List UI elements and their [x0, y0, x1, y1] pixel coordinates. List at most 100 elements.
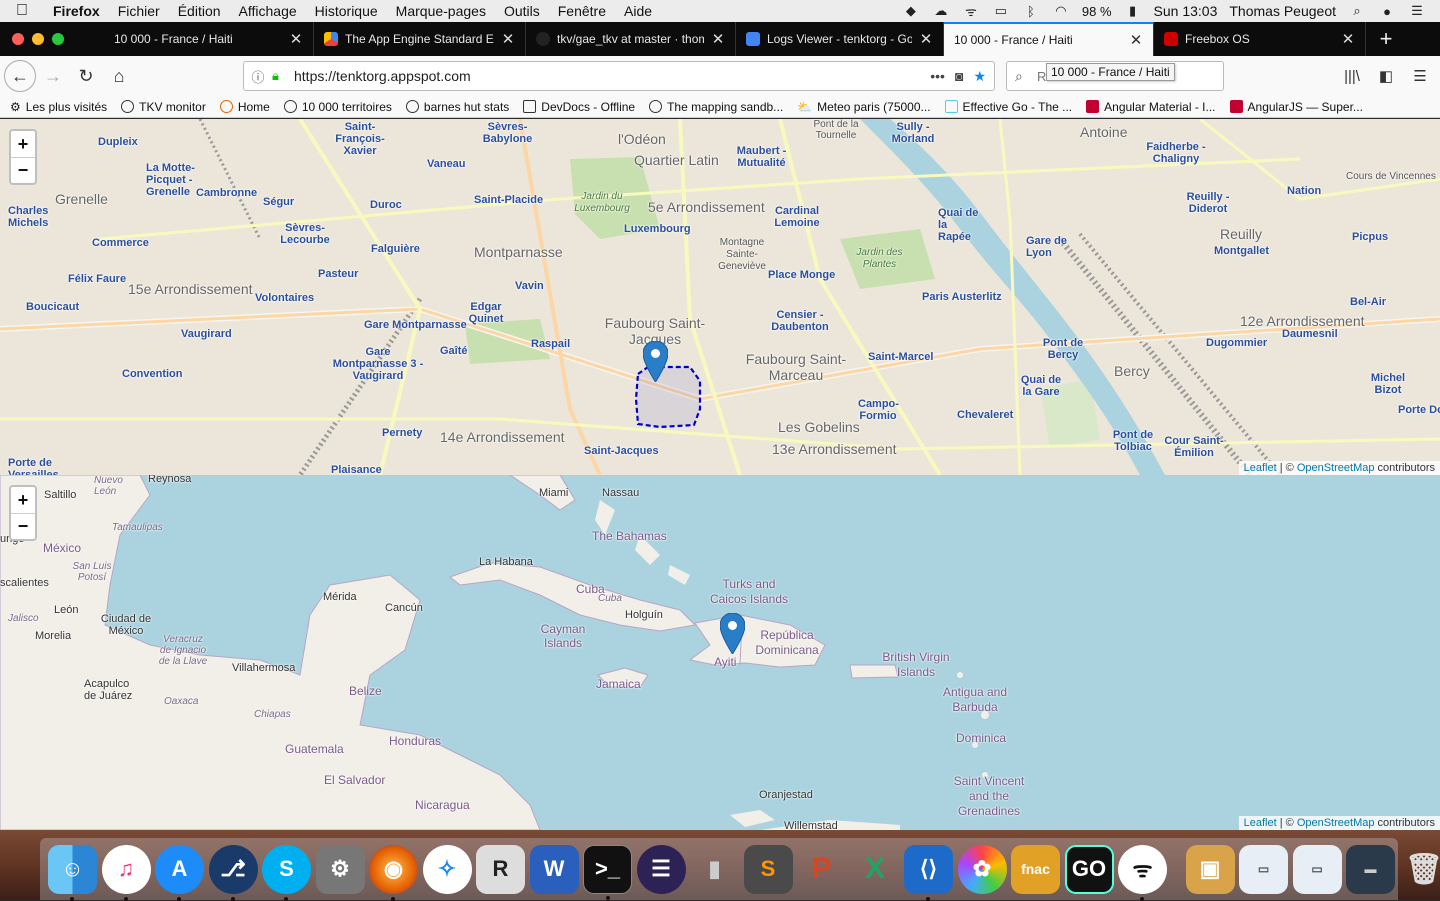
- page-actions-icon[interactable]: •••: [930, 68, 945, 85]
- airplay-icon[interactable]: ▭: [992, 4, 1010, 18]
- tab-app-engine[interactable]: The App Engine Standard Env ✕: [314, 22, 526, 56]
- close-tab-icon[interactable]: ✕: [501, 30, 515, 48]
- home-button[interactable]: ⌂: [103, 60, 135, 92]
- window-thumbnail-2-icon[interactable]: ▭: [1293, 845, 1342, 894]
- spotlight-icon[interactable]: ⌕: [1348, 4, 1366, 18]
- word-icon[interactable]: W: [530, 845, 579, 894]
- battery-icon[interactable]: ▮: [1124, 4, 1142, 18]
- zoom-window-button[interactable]: [52, 33, 64, 45]
- close-tab-icon[interactable]: ✕: [919, 30, 933, 48]
- cloud-icon[interactable]: ☁: [932, 4, 950, 18]
- visual-studio-code-icon[interactable]: ⟨⟩: [904, 845, 953, 894]
- terminal-icon[interactable]: >_: [583, 845, 632, 894]
- leaflet-link[interactable]: Leaflet: [1244, 462, 1277, 474]
- wifi-icon[interactable]: ◠: [1052, 4, 1070, 18]
- menu-affichage[interactable]: Affichage: [230, 3, 306, 19]
- itunes-icon[interactable]: ♫: [102, 845, 151, 894]
- box-icon[interactable]: ▣: [1186, 845, 1235, 894]
- freebox-tray-icon[interactable]: ᯤ: [962, 4, 980, 18]
- siri-icon[interactable]: ●: [1378, 4, 1396, 18]
- close-tab-icon[interactable]: ✕: [1129, 31, 1143, 49]
- bookmark-meteo[interactable]: ⛅Meteo paris (75000...: [797, 100, 930, 114]
- lock-icon[interactable]: 🔒︎: [272, 68, 288, 84]
- bookmark-tkv-monitor[interactable]: TKV monitor: [121, 100, 206, 114]
- system-preferences-icon[interactable]: ⚙: [316, 845, 365, 894]
- minimize-window-button[interactable]: [32, 33, 44, 45]
- safari-icon[interactable]: ✧: [423, 845, 472, 894]
- close-tab-icon[interactable]: ✕: [1341, 30, 1355, 48]
- bookmark-effective-go[interactable]: Effective Go - The ...: [945, 100, 1073, 114]
- zoom-out-button[interactable]: −: [11, 157, 35, 183]
- menu-outils[interactable]: Outils: [495, 3, 549, 19]
- dropbox-icon[interactable]: ◆: [902, 4, 920, 18]
- bookmark-angular-material[interactable]: Angular Material - I...: [1086, 100, 1215, 114]
- bookmark-barnes-hut[interactable]: barnes hut stats: [406, 100, 509, 114]
- leaflet-link[interactable]: Leaflet: [1244, 817, 1277, 829]
- close-tab-icon[interactable]: ✕: [289, 30, 303, 48]
- bookmark-home[interactable]: Home: [220, 100, 270, 114]
- sidebar-icon[interactable]: ◧: [1374, 62, 1398, 90]
- goland-icon[interactable]: GO: [1065, 845, 1114, 894]
- pocket-icon[interactable]: ◙: [955, 68, 963, 85]
- eclipse-icon[interactable]: ☰: [637, 845, 686, 894]
- zoom-in-button[interactable]: +: [11, 487, 35, 513]
- app-store-icon[interactable]: A: [155, 845, 204, 894]
- zoom-in-button[interactable]: +: [11, 131, 35, 157]
- reload-button[interactable]: ↻: [70, 60, 102, 92]
- user-name[interactable]: Thomas Peugeot: [1229, 3, 1336, 19]
- screen-thumbnail-icon[interactable]: ▬: [1346, 845, 1395, 894]
- freebox-app-icon[interactable]: ᯤ: [1118, 845, 1167, 894]
- map-marker-icon[interactable]: [643, 341, 668, 382]
- osm-link[interactable]: OpenStreetMap: [1297, 462, 1375, 474]
- tab-france-haiti-1[interactable]: 10 000 - France / Haiti ✕: [104, 22, 314, 56]
- powerpoint-icon[interactable]: P: [797, 845, 846, 894]
- bookmark-angularjs[interactable]: AngularJS — Super...: [1230, 100, 1363, 114]
- clock[interactable]: Sun 13:03: [1154, 3, 1218, 19]
- menu-fenetre[interactable]: Fenêtre: [549, 3, 615, 19]
- photos-icon[interactable]: ✿: [958, 845, 1007, 894]
- close-tab-icon[interactable]: ✕: [711, 30, 725, 48]
- caribbean-map[interactable]: + − Reynosa Saltillo Nuevo León Tamaulip…: [0, 475, 1440, 830]
- forward-button[interactable]: →: [37, 60, 69, 92]
- firefox-icon[interactable]: ◉: [369, 845, 418, 894]
- close-window-button[interactable]: [12, 33, 24, 45]
- notification-center-icon[interactable]: ☰: [1408, 4, 1426, 18]
- bluetooth-icon[interactable]: ᛒ: [1022, 4, 1040, 18]
- bookmark-devdocs[interactable]: DevDocs - Offline: [523, 100, 635, 114]
- menu-historique[interactable]: Historique: [306, 3, 387, 19]
- bookmark-most-visited[interactable]: ⚙Les plus visités: [10, 100, 107, 114]
- back-button[interactable]: ←: [4, 60, 36, 92]
- bookmark-mapping-sandbox[interactable]: The mapping sandb...: [649, 100, 783, 114]
- new-tab-button[interactable]: +: [1366, 22, 1406, 56]
- site-info-icon[interactable]: ⓘ: [244, 67, 272, 86]
- skype-icon[interactable]: S: [262, 845, 311, 894]
- menu-app[interactable]: Firefox: [44, 3, 109, 19]
- zoom-out-button[interactable]: −: [11, 513, 35, 539]
- tab-france-haiti-active[interactable]: 10 000 - France / Haiti ✕: [944, 22, 1154, 56]
- tab-freebox[interactable]: Freebox OS ✕: [1154, 22, 1366, 56]
- menu-fichier[interactable]: Fichier: [109, 3, 169, 19]
- tab-github[interactable]: tkv/gae_tkv at master · thom ✕: [526, 22, 736, 56]
- menu-marque-pages[interactable]: Marque-pages: [387, 3, 495, 19]
- hamburger-menu-icon[interactable]: ☰: [1408, 62, 1432, 90]
- url-text[interactable]: https://tenktorg.appspot.com: [288, 68, 930, 84]
- excel-icon[interactable]: X: [851, 845, 900, 894]
- pen-icon[interactable]: ▮: [690, 845, 739, 894]
- finder-icon[interactable]: ☺: [48, 845, 97, 894]
- map-marker-icon[interactable]: [720, 613, 745, 654]
- library-icon[interactable]: |||\: [1340, 62, 1364, 90]
- tab-logs-viewer[interactable]: Logs Viewer - tenktorg - Goo ✕: [736, 22, 944, 56]
- menu-edition[interactable]: Édition: [169, 3, 230, 19]
- paris-map[interactable]: + − Grenelle 15e Arrondissement Montparn…: [0, 119, 1440, 475]
- menu-aide[interactable]: Aide: [615, 3, 661, 19]
- bookmark-star-icon[interactable]: ★: [973, 68, 986, 85]
- fnac-icon[interactable]: fnac: [1011, 845, 1060, 894]
- trash-icon[interactable]: 🗑︎: [1400, 845, 1440, 894]
- rhino-icon[interactable]: R: [476, 845, 525, 894]
- osm-link[interactable]: OpenStreetMap: [1297, 817, 1375, 829]
- sublime-text-icon[interactable]: S: [744, 845, 793, 894]
- apple-icon[interactable]: : [0, 2, 44, 20]
- sourcetree-icon[interactable]: ⎇: [209, 845, 258, 894]
- window-thumbnail-icon[interactable]: ▭: [1239, 845, 1288, 894]
- bookmark-territoires[interactable]: 10 000 territoires: [284, 100, 392, 114]
